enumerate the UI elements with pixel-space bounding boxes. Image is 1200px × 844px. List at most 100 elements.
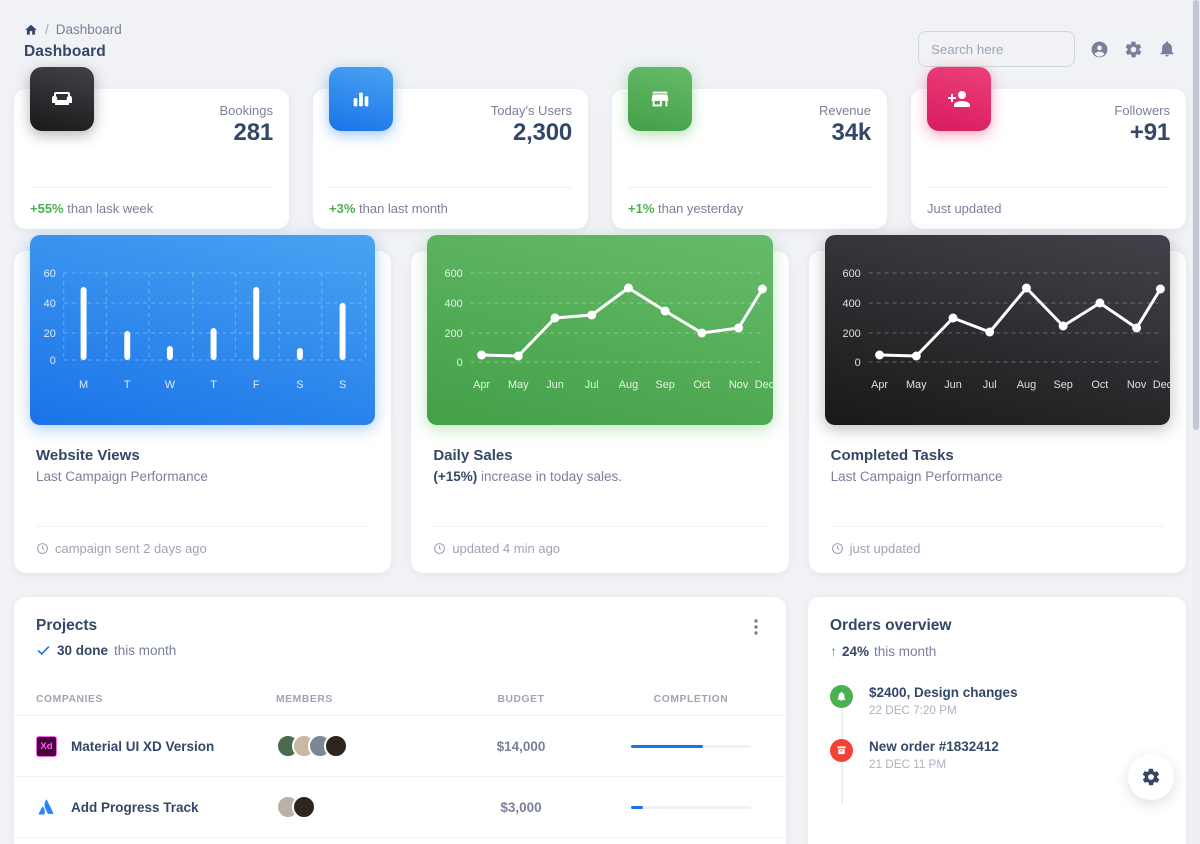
svg-text:0: 0 [854, 357, 860, 369]
svg-text:Dec: Dec [755, 379, 773, 391]
stat-delta-text: than yesterday [654, 201, 744, 216]
breadcrumb-separator: / [45, 22, 49, 37]
progress-track [631, 744, 751, 748]
chart-subtitle: Last Campaign Performance [36, 469, 208, 484]
arrow-up-icon: ↑ [830, 643, 837, 659]
svg-text:T: T [210, 379, 217, 391]
account-icon[interactable] [1090, 40, 1109, 59]
chart-footer-text: updated 4 min ago [452, 541, 561, 556]
stat-cards-row: Bookings 281 +55% than lask week Today's… [14, 67, 1186, 229]
timeline-time: 21 DEC 11 PM [869, 758, 947, 771]
svg-text:200: 200 [445, 328, 463, 340]
chart-card-daily-sales: 600 400 200 0 Apr May Jun Jul Aug Sep Oct Nov… [411, 235, 789, 573]
avatar [292, 795, 316, 819]
completed-tasks-chart: 600 400 200 0 Apr May Jun Jul Aug Sep Oct Nov… [824, 235, 1170, 425]
timeline-item[interactable]: $2400, Design changes 22 DEC 7:20 PM [830, 685, 1164, 739]
breadcrumb: / Dashboard [24, 22, 122, 37]
divider [927, 187, 1170, 188]
website-views-chart: 60 40 20 0 M T W T F S S [30, 235, 376, 425]
svg-text:Apr: Apr [473, 379, 490, 391]
avatar-group [276, 795, 446, 819]
person-add-icon [927, 67, 991, 131]
svg-text:M: M [79, 379, 88, 391]
timeline-time: 22 DEC 7:20 PM [869, 704, 957, 717]
table-row[interactable]: Add Progress Track $3,000 [14, 776, 786, 838]
project-budget: $14,000 [496, 738, 546, 754]
stat-delta: +1% [628, 201, 655, 216]
project-name: Material UI XD Version [71, 738, 215, 754]
xd-icon: Xd [36, 735, 57, 757]
svg-text:400: 400 [445, 298, 463, 310]
projects-heading-block: Projects 30 done this month [36, 617, 176, 658]
chart-subtitle: (+15%) increase in today sales. [433, 469, 766, 484]
svg-text:Nov: Nov [729, 379, 749, 391]
settings-fab[interactable] [1128, 754, 1174, 800]
project-name: Add Progress Track [71, 799, 199, 815]
svg-text:Oct: Oct [1091, 379, 1108, 391]
orders-overview-card: Orders overview ↑ 24% this month $2400, … [808, 597, 1186, 844]
stat-card-revenue: Revenue 34k +1% than yesterday [612, 67, 887, 229]
breadcrumb-block: / Dashboard Dashboard [24, 22, 122, 61]
gear-icon[interactable] [1124, 40, 1143, 59]
chart-caption: Completed Tasks Last Campaign Performanc… [831, 447, 1164, 484]
divider [830, 526, 1164, 527]
svg-text:May: May [508, 379, 529, 391]
project-completion-cell [596, 776, 786, 838]
weekend-sofa-icon [30, 67, 94, 131]
timeline-title: New order #1832412 [869, 739, 999, 754]
divider [628, 187, 871, 188]
svg-text:Jul: Jul [585, 379, 599, 391]
svg-text:400: 400 [842, 298, 860, 310]
svg-text:600: 600 [842, 268, 860, 280]
svg-text:T: T [124, 379, 131, 391]
timeline-item[interactable]: New order #1832412 21 DEC 11 PM [830, 739, 1164, 793]
chart-title: Daily Sales [433, 447, 513, 464]
orders-timeline: $2400, Design changes 22 DEC 7:20 PM New… [830, 685, 1164, 803]
progress-track [631, 805, 751, 809]
home-icon[interactable] [24, 23, 38, 37]
table-row[interactable]: Xd Material UI XD Version $14,000 [14, 715, 786, 777]
svg-text:20: 20 [44, 328, 56, 340]
stat-card-todays-users: Today's Users 2,300 +3% than last month [313, 67, 588, 229]
column-header-companies: COMPANIES [14, 686, 276, 716]
search-input[interactable] [918, 31, 1075, 67]
more-vert-icon[interactable] [748, 617, 764, 637]
page-scrollbar[interactable] [1192, 0, 1200, 844]
progress-bar [631, 805, 643, 809]
project-budget-cell: $3,000 [446, 776, 596, 838]
chart-cards-row: 60 40 20 0 M T W T F S S Website Views L… [14, 235, 1186, 573]
bar-chart-icon [329, 67, 393, 131]
svg-text:Sep: Sep [656, 379, 675, 391]
orders-title: Orders overview [830, 617, 952, 634]
bar-chart-svg: 60 40 20 0 M T W T F S S [44, 268, 366, 391]
projects-done-suffix: this month [114, 643, 177, 658]
atlassian-icon [36, 797, 57, 818]
svg-text:Oct: Oct [694, 379, 711, 391]
chart-subtitle-text: increase in today sales. [477, 469, 623, 484]
bell-icon[interactable] [1158, 40, 1176, 58]
column-header-budget: BUDGET [446, 686, 596, 716]
check-icon [36, 643, 51, 658]
svg-text:Apr: Apr [871, 379, 888, 391]
breadcrumb-current[interactable]: Dashboard [56, 22, 122, 37]
scrollbar-thumb[interactable] [1193, 0, 1199, 430]
svg-text:Aug: Aug [619, 379, 638, 391]
divider [30, 187, 273, 188]
divider [36, 526, 370, 527]
divider [433, 526, 767, 527]
svg-text:F: F [253, 379, 260, 391]
page-title: Dashboard [24, 43, 106, 60]
stat-delta: +3% [329, 201, 356, 216]
timeline-text: New order #1832412 21 DEC 11 PM [869, 739, 999, 771]
company: Add Progress Track [36, 797, 276, 818]
divider [329, 187, 572, 188]
project-completion-cell [596, 715, 786, 777]
timeline-title: $2400, Design changes [869, 685, 1018, 700]
svg-text:200: 200 [842, 328, 860, 340]
top-navbar: / Dashboard Dashboard [14, 22, 1186, 67]
chart-footer: just updated [831, 541, 921, 556]
chart-caption: Daily Sales (+15%) increase in today sal… [433, 447, 766, 484]
stat-footer: +3% than last month [329, 201, 448, 216]
svg-text:Dec: Dec [1152, 379, 1170, 391]
svg-text:May: May [906, 379, 927, 391]
